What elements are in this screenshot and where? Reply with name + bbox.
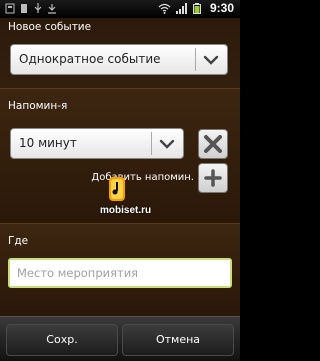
add-reminder-button[interactable] — [198, 163, 228, 193]
download-icon — [48, 4, 56, 14]
watermark-text: mobiset.ru — [100, 205, 152, 216]
location-label: Где — [8, 235, 29, 247]
reminder-spinner[interactable]: 10 минут — [10, 128, 184, 159]
repeat-spinner[interactable]: Однократное событие — [10, 44, 228, 75]
spinner-divider — [151, 132, 152, 155]
reminders-label: Напомин-я — [8, 100, 68, 112]
wifi-icon — [158, 3, 171, 14]
cancel-button[interactable]: Отмена — [122, 324, 234, 356]
usb-icon — [34, 3, 42, 13]
page-title: Новое событие — [8, 21, 92, 33]
sd-card-icon — [21, 4, 27, 13]
add-reminder-label: Добавить напомин. — [91, 172, 194, 183]
location-input[interactable]: Место мероприятия — [8, 258, 232, 288]
action-bar: Сохр. Отмена — [0, 316, 240, 361]
remove-reminder-button[interactable] — [198, 129, 228, 159]
save-button[interactable]: Сохр. — [6, 324, 118, 356]
close-icon — [204, 135, 222, 153]
repeat-value: Однократное событие — [19, 52, 161, 66]
reminder-value: 10 минут — [19, 136, 77, 150]
battery-icon — [193, 3, 201, 14]
location-placeholder: Место мероприятия — [17, 266, 139, 280]
plus-icon — [204, 169, 222, 187]
chevron-down-icon — [203, 55, 219, 65]
spinner-divider — [195, 48, 196, 71]
signal-icon — [176, 3, 187, 14]
clock: 9:30 — [209, 1, 234, 15]
event-form[interactable]: Новое событие Однократное событие Напоми… — [0, 18, 240, 316]
chevron-down-icon — [159, 139, 175, 149]
usb-debug-icon — [5, 3, 15, 14]
watermark-logo-icon — [109, 177, 125, 201]
status-bar: 9:30 — [0, 0, 240, 19]
